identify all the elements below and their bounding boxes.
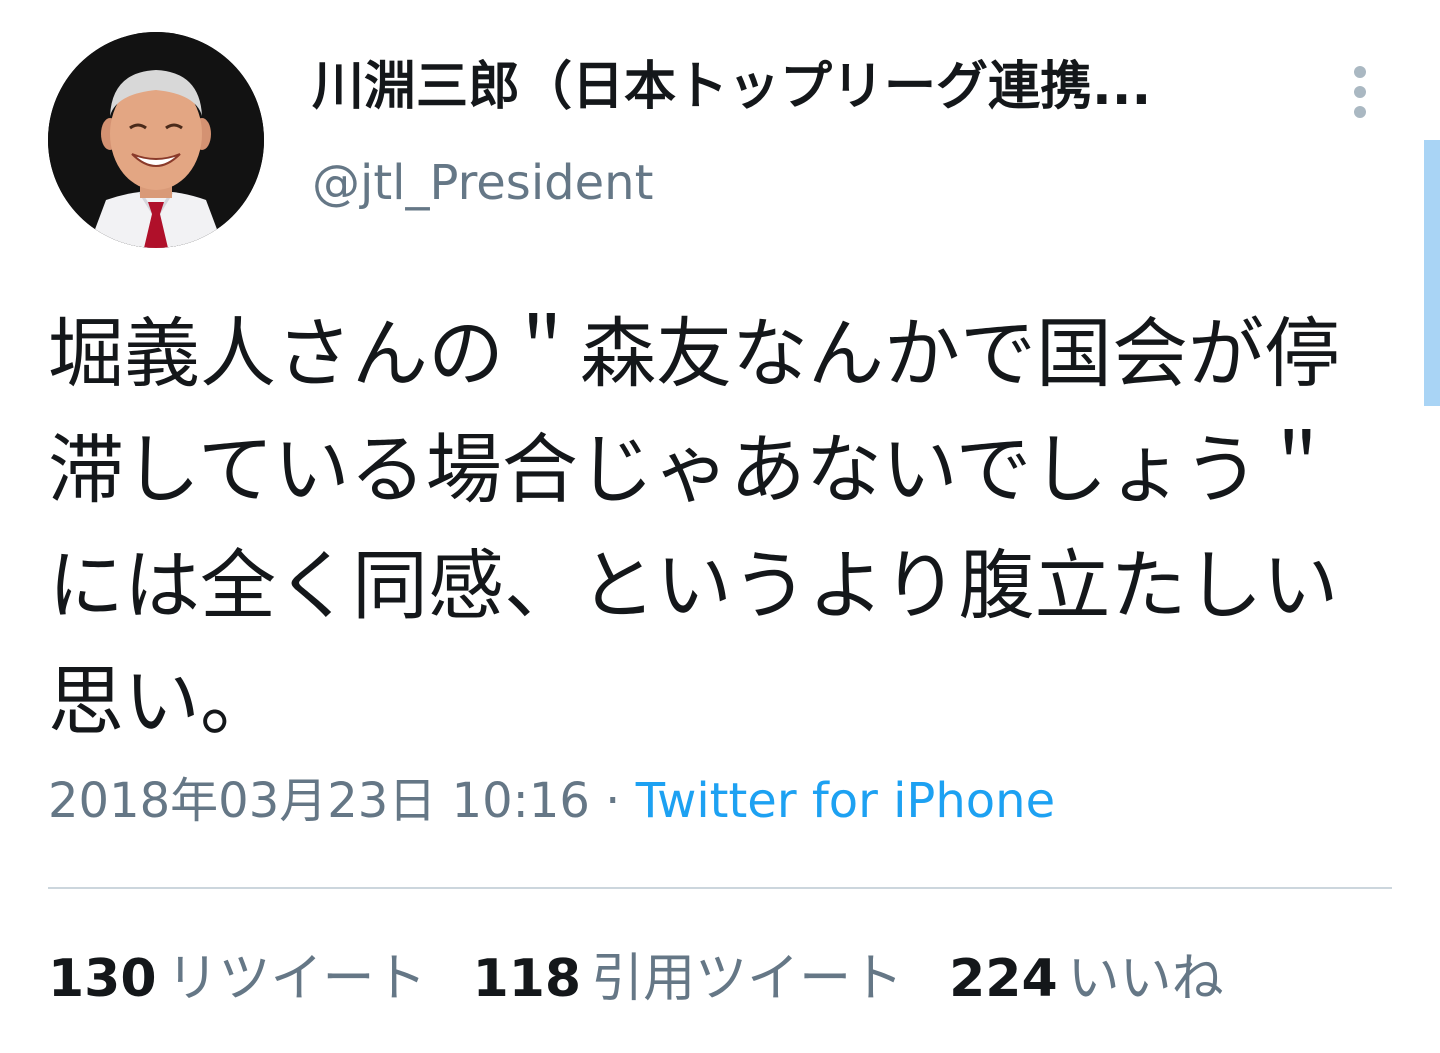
retweets-stat[interactable]: 130 リツイート — [48, 944, 427, 1014]
quotes-count: 118 — [472, 949, 582, 1009]
timestamp[interactable]: 2018年03月23日 10:16 — [48, 773, 590, 829]
avatar[interactable] — [48, 32, 264, 248]
user-handle[interactable]: @jtl_President — [312, 152, 653, 214]
display-name[interactable]: 川淵三郎（日本トップリーグ連携... — [312, 54, 1312, 120]
tweet-stats: 130 リツイート 118 引用ツイート 224 いいね — [48, 944, 1270, 1014]
profile-photo — [48, 32, 264, 248]
likes-count: 224 — [949, 949, 1058, 1009]
tweet-text: 堀義人さんの＂森友なんかで国会が停滞している場合じゃあないでしょう＂には全く同感… — [48, 309, 1340, 746]
retweets-label: リツイート — [166, 949, 427, 1009]
likes-stat[interactable]: 224 いいね — [949, 944, 1224, 1014]
scrollbar[interactable] — [1424, 140, 1440, 406]
meta-separator: · — [589, 773, 636, 829]
quotes-stat[interactable]: 118 引用ツイート — [473, 944, 904, 1014]
likes-label: いいね — [1067, 949, 1224, 1009]
more-options-button[interactable] — [1336, 62, 1384, 122]
divider — [48, 887, 1392, 889]
tweet-meta: 2018年03月23日 10:16 · Twitter for iPhone — [48, 768, 1055, 834]
retweets-count: 130 — [48, 949, 157, 1009]
source-link[interactable]: Twitter for iPhone — [636, 773, 1055, 829]
more-vertical-icon — [1354, 66, 1366, 118]
quotes-label: 引用ツイート — [591, 949, 904, 1009]
